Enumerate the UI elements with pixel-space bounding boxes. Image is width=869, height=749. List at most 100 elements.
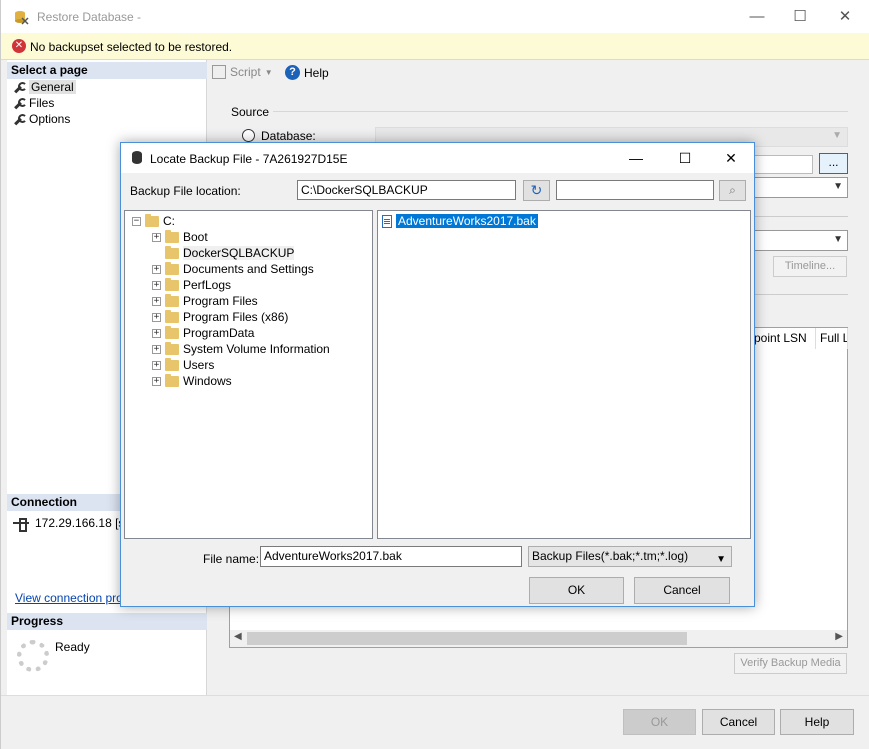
- chevron-down-icon: ▼: [832, 130, 842, 141]
- tree-item-selected[interactable]: DockerSQLBACKUP: [152, 245, 295, 261]
- search-icon: ⌕: [729, 183, 736, 197]
- restore-plan-divider: [741, 294, 848, 295]
- tree-item-label: C:: [163, 214, 175, 228]
- expand-icon[interactable]: +: [152, 328, 161, 338]
- column-header[interactable]: point LSN: [750, 328, 816, 349]
- column-header[interactable]: Full LS: [816, 328, 848, 349]
- chevron-down-icon: ▼: [833, 181, 843, 192]
- horizontal-scrollbar[interactable]: ◀ ▶: [230, 630, 847, 647]
- error-icon: ✕: [12, 39, 26, 53]
- file-item[interactable]: AdventureWorks2017.bak: [382, 214, 538, 228]
- view-connection-link[interactable]: View connection prope: [15, 591, 136, 605]
- vertical-scrollbar[interactable]: [864, 60, 869, 749]
- progress-status: Ready: [55, 640, 90, 654]
- collapse-icon[interactable]: −: [132, 216, 141, 226]
- tree-item-label: Program Files (x86): [183, 310, 289, 324]
- page-item-label: General: [29, 80, 76, 94]
- tree-item-root[interactable]: − C:: [132, 213, 175, 229]
- file-list[interactable]: AdventureWorks2017.bak: [377, 210, 751, 539]
- folder-icon: [145, 213, 159, 227]
- destination-database-select[interactable]: ▼: [741, 177, 848, 198]
- dialog-close-button[interactable]: ✕: [716, 148, 746, 168]
- tree-item[interactable]: + PerfLogs: [152, 277, 231, 293]
- cancel-button[interactable]: Cancel: [702, 709, 775, 735]
- tree-item-label: Users: [183, 358, 215, 372]
- page-item-files[interactable]: Files: [13, 95, 54, 111]
- folder-icon: [165, 325, 179, 339]
- browse-device-button[interactable]: ...: [819, 153, 848, 174]
- maximize-button[interactable]: ☐: [785, 6, 815, 28]
- expand-icon[interactable]: +: [152, 280, 161, 290]
- help-button[interactable]: ? Help: [285, 65, 329, 80]
- dialog-maximize-button[interactable]: ☐: [670, 148, 700, 168]
- folder-icon: [165, 245, 179, 259]
- tree-item-label: Windows: [183, 374, 232, 388]
- chevron-down-icon: ▼: [264, 67, 273, 77]
- search-input[interactable]: [556, 180, 714, 200]
- tree-item-label: System Volume Information: [183, 342, 330, 356]
- backup-location-input[interactable]: C:\DockerSQLBACKUP: [297, 180, 516, 200]
- window-titlebar: Restore Database - — ☐ ✕: [1, 0, 869, 33]
- refresh-icon: ↻: [530, 182, 543, 198]
- script-button[interactable]: Script ▼: [212, 65, 273, 79]
- folder-icon: [165, 229, 179, 243]
- source-divider: [273, 111, 848, 112]
- expand-icon[interactable]: +: [152, 232, 161, 242]
- expand-icon[interactable]: +: [152, 376, 161, 386]
- dialog-titlebar: Locate Backup File - 7A261927D15E — ☐ ✕: [121, 143, 754, 173]
- tree-item[interactable]: + Program Files (x86): [152, 309, 288, 325]
- expand-icon[interactable]: +: [152, 360, 161, 370]
- tree-item-label: Documents and Settings: [183, 262, 314, 276]
- search-button[interactable]: ⌕: [719, 180, 746, 201]
- refresh-button[interactable]: ↻: [523, 180, 550, 201]
- folder-tree[interactable]: − C: + Boot DockerSQLBACKUP + Documents …: [124, 210, 373, 539]
- tree-item[interactable]: + Users: [152, 357, 214, 373]
- folder-icon: [165, 293, 179, 307]
- dialog-ok-button[interactable]: OK: [529, 577, 624, 604]
- dialog-minimize-button[interactable]: —: [621, 148, 651, 168]
- restore-to-select[interactable]: ▼: [741, 230, 848, 251]
- file-type-select[interactable]: Backup Files(*.bak;*.tm;*.log) ▼: [528, 546, 732, 567]
- help-label: Help: [304, 65, 329, 80]
- page-item-options[interactable]: Options: [13, 111, 70, 127]
- progress-spinner-icon: [17, 640, 49, 672]
- ok-button[interactable]: OK: [623, 709, 696, 735]
- dialog-cancel-button[interactable]: Cancel: [634, 577, 730, 604]
- expand-icon[interactable]: +: [152, 312, 161, 322]
- timeline-button[interactable]: Timeline...: [773, 256, 847, 277]
- tree-item[interactable]: + Documents and Settings: [152, 261, 314, 277]
- tree-item[interactable]: + Windows: [152, 373, 232, 389]
- database-radio[interactable]: [242, 129, 255, 142]
- chevron-down-icon: ▼: [833, 234, 843, 245]
- expand-icon[interactable]: +: [152, 344, 161, 354]
- restore-database-window: Restore Database - — ☐ ✕ ✕ No backupset …: [0, 0, 869, 749]
- expand-icon[interactable]: +: [152, 296, 161, 306]
- file-item-label: AdventureWorks2017.bak: [396, 214, 538, 228]
- connection-info: 172.29.166.18 [sa: [13, 516, 132, 532]
- page-item-label: Options: [29, 112, 71, 126]
- help-bottom-button[interactable]: Help: [780, 709, 854, 735]
- page-item-general[interactable]: General: [13, 79, 76, 95]
- tree-item-label: DockerSQLBACKUP: [183, 246, 295, 260]
- connection-text: 172.29.166.18 [sa: [35, 516, 132, 530]
- script-icon: [212, 65, 226, 79]
- scroll-right-icon[interactable]: ▶: [835, 631, 843, 642]
- file-name-input[interactable]: AdventureWorks2017.bak: [260, 546, 522, 567]
- close-button[interactable]: ✕: [830, 6, 860, 28]
- expand-icon[interactable]: +: [152, 264, 161, 274]
- wrench-icon: [13, 113, 27, 125]
- tree-item[interactable]: + Boot: [152, 229, 208, 245]
- tree-item[interactable]: + System Volume Information: [152, 341, 330, 357]
- scrollbar-thumb[interactable]: [247, 632, 687, 645]
- verify-backup-media-button[interactable]: Verify Backup Media: [734, 653, 847, 674]
- tree-item[interactable]: + Program Files: [152, 293, 258, 309]
- toolbar: Script ▼ ? Help: [209, 60, 864, 85]
- minimize-button[interactable]: —: [742, 6, 772, 28]
- database-label: Database:: [261, 129, 316, 143]
- scroll-left-icon[interactable]: ◀: [234, 631, 242, 642]
- wrench-icon: [13, 97, 27, 109]
- script-label: Script: [230, 65, 261, 79]
- tree-item[interactable]: + ProgramData: [152, 325, 254, 341]
- bottom-button-bar: OK Cancel Help: [1, 695, 869, 749]
